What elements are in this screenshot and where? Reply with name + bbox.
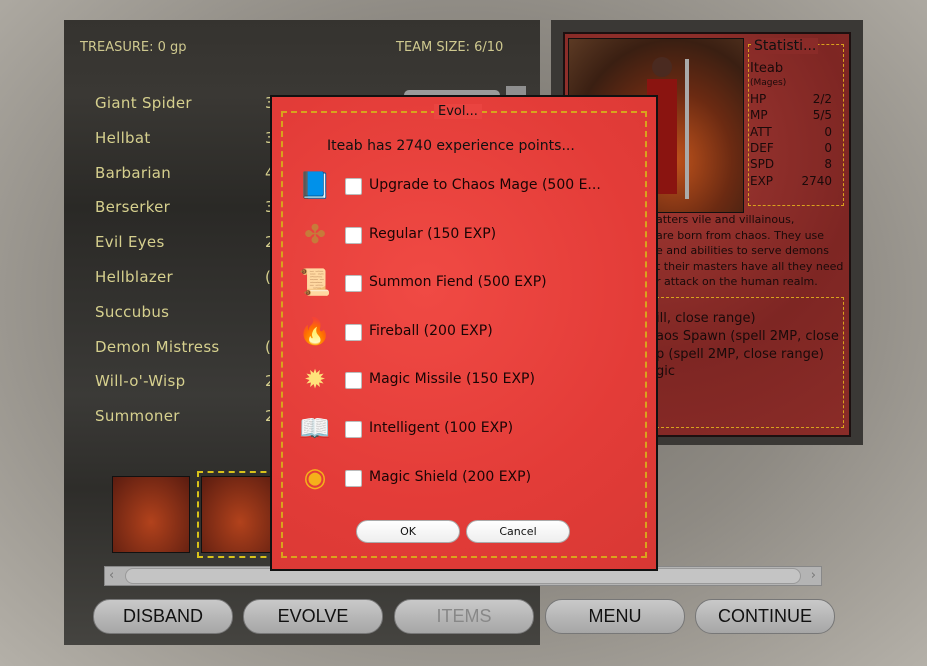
ability-line: gic [656,364,676,380]
option-checkbox[interactable] [345,421,362,438]
ok-button[interactable]: OK [356,520,460,543]
star-burst-icon: ✹ [304,365,326,396]
ability-line: p (spell 2MP, close range) [656,346,824,362]
team-thumb-succubus[interactable] [112,476,190,553]
dialog-title: Evol... [434,104,482,119]
option-label[interactable]: Summon Fiend (500 EXP) [369,274,547,290]
scroll-icon: 📜 [298,268,332,299]
continue-button[interactable]: CONTINUE [695,599,835,634]
option-label[interactable]: Fireball (200 EXP) [369,323,493,339]
option-checkbox[interactable] [345,275,362,293]
scroll-right-icon[interactable]: › [811,568,816,583]
option-label[interactable]: Magic Shield (200 EXP) [369,469,531,485]
stat-value: 8 [824,157,832,172]
stat-value: 0 [824,124,832,139]
items-button[interactable]: ITEMS [394,599,534,634]
option-label[interactable]: Upgrade to Chaos Mage (500 E... [369,177,601,193]
disband-button[interactable]: DISBAND [93,599,233,634]
description-line: t their masters have all they need [656,259,844,273]
ability-line: ill, close range) [656,311,756,326]
unit-name: Iteab [750,61,784,76]
option-checkbox[interactable] [345,226,362,244]
unit-list-item[interactable]: Will-o'-Wisp [95,372,185,390]
evolve-button[interactable]: EVOLVE [243,599,383,634]
unit-list-item[interactable]: Succubus [95,303,169,321]
dialog-message: Iteab has 2740 experience points... [327,138,575,154]
scroll-left-icon[interactable]: ‹ [109,568,114,583]
option-checkbox[interactable] [345,178,362,195]
stat-label: EXP [750,173,774,188]
description-line: r attack on the human realm. [656,275,818,288]
team-thumb-mage[interactable] [201,476,279,553]
unit-list-item[interactable]: Giant Spider [95,94,192,112]
cancel-button[interactable]: Cancel [466,520,570,543]
shield-orb-icon: ◉ [303,462,327,493]
unit-list-item[interactable]: Berserker [95,198,170,216]
unit-list-item[interactable]: Evil Eyes [95,233,165,251]
option-label[interactable]: Regular (150 EXP) [369,226,496,242]
unit-list-item[interactable]: Barbarian [95,164,171,182]
stat-value: 5/5 [812,108,832,123]
stat-label: HP [750,92,767,106]
description-line: atters vile and villainous, [656,213,795,226]
treasure-label: TREASURE: 0 gp [80,40,187,55]
option-checkbox[interactable] [345,323,362,341]
stat-value: 2740 [801,173,832,188]
unit-list-item[interactable]: Summoner [95,407,180,425]
stat-label: MP [750,108,768,123]
unit-list-item[interactable]: Hellbat [95,129,151,147]
option-label[interactable]: Intelligent (100 EXP) [369,420,513,436]
description-line: e and abilities to serve demons [656,244,829,257]
stats-title: Statisti... [752,38,819,54]
menu-button[interactable]: MENU [545,599,685,634]
upgrade-book-icon: 📘 [298,171,332,201]
unit-list-item[interactable]: Demon Mistress [95,338,220,356]
option-checkbox[interactable] [345,372,362,390]
option-label[interactable]: Magic Missile (150 EXP) [369,371,535,387]
stat-value: 2/2 [812,92,832,106]
option-checkbox[interactable] [345,469,362,487]
stat-label: DEF [750,140,774,155]
stat-label: ATT [750,124,772,139]
open-book-icon: 📖 [298,414,332,444]
team-size-label: TEAM SIZE: 6/10 [396,40,504,55]
unit-list-item[interactable]: Hellblazer [95,268,173,286]
ability-line: aos Spawn (spell 2MP, close [656,328,839,344]
stat-value: 0 [824,140,832,155]
unit-class: (Mages) [750,78,787,88]
description-line: are born from chaos. They use [656,228,825,242]
cross-emblem-icon: ✤ [304,219,326,250]
fire-icon: 🔥 [298,316,332,347]
stat-label: SPD [750,157,775,172]
